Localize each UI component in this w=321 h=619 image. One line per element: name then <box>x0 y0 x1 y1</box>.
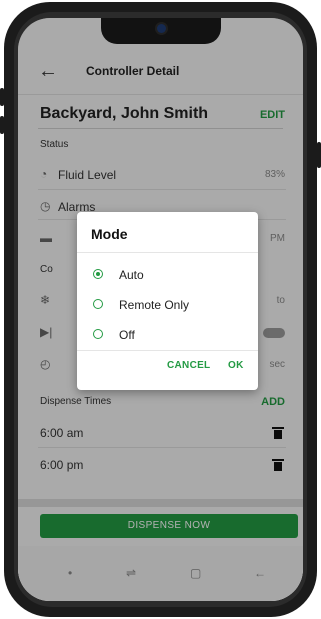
option-label: Auto <box>119 268 144 282</box>
power-button <box>317 142 321 168</box>
dialog-divider <box>77 350 258 351</box>
cancel-button[interactable]: CANCEL <box>167 360 210 371</box>
mode-dialog: Mode Auto Remote Only Off CANCEL OK <box>77 212 258 390</box>
option-remote-only[interactable]: Remote Only <box>77 292 258 318</box>
radio-icon[interactable] <box>93 299 103 309</box>
option-label: Remote Only <box>119 298 190 312</box>
dialog-title: Mode <box>91 226 128 242</box>
volume-up-button <box>0 88 4 106</box>
radio-icon[interactable] <box>93 329 103 339</box>
screen: ← Controller Detail Backyard, John Smith… <box>18 18 303 601</box>
option-off[interactable]: Off <box>77 322 258 348</box>
ok-button[interactable]: OK <box>228 360 244 371</box>
option-label: Off <box>119 328 135 342</box>
radio-selected-icon[interactable] <box>93 269 103 279</box>
volume-down-button <box>0 116 4 134</box>
option-auto[interactable]: Auto <box>77 262 258 288</box>
dialog-divider <box>77 252 258 253</box>
